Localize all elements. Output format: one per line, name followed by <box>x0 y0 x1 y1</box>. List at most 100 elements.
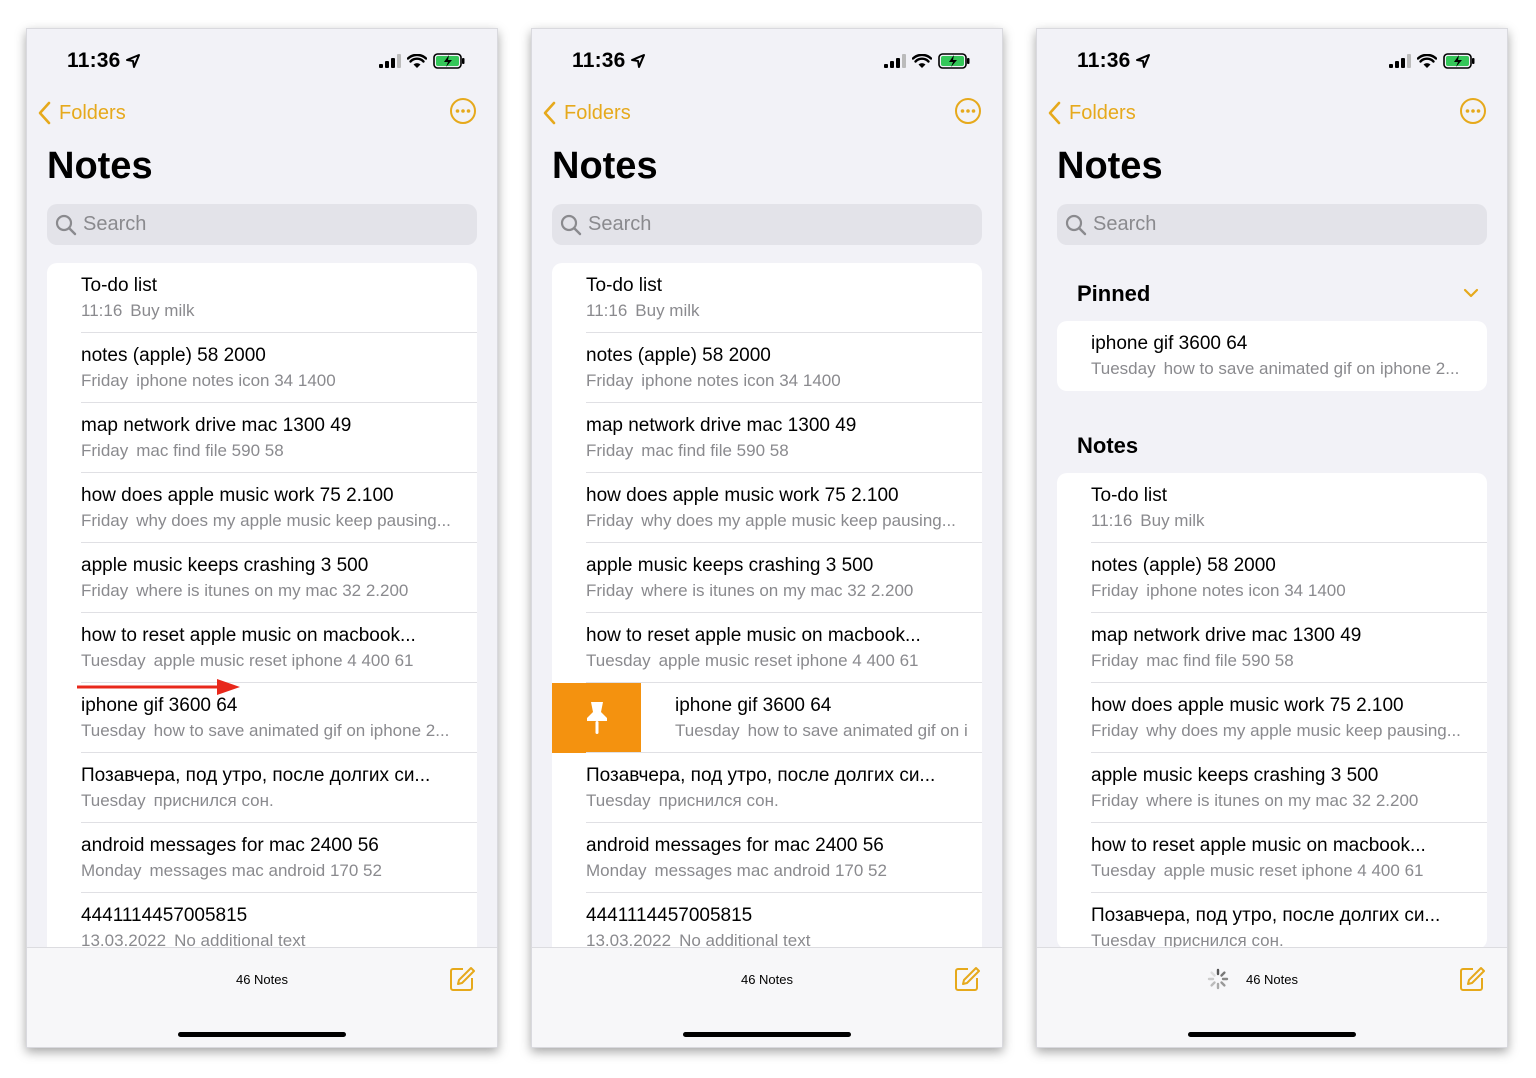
status-bar: 11:36 <box>572 49 970 75</box>
note-snippet: why does my apple music keep pausing... <box>641 511 956 530</box>
note-row[interactable]: how does apple music work 75 2.100 Friday… <box>552 473 982 543</box>
note-snippet: apple music reset iphone 4 400 61 <box>153 651 414 670</box>
note-row[interactable]: apple music keeps crashing 3 500 Friday wh… <box>47 543 477 613</box>
note-row[interactable]: Позавчера, под утро, после долгих си... T… <box>1057 893 1487 949</box>
note-title: how does apple music work 75 2.100 <box>586 485 899 506</box>
note-snippet: messages mac android 170 52 <box>654 861 887 880</box>
notes-count: 46 Notes <box>740 972 794 987</box>
home-indicator[interactable] <box>683 1032 851 1037</box>
status-time: 11:36 <box>67 49 121 72</box>
note-title: how to reset apple music on macbook... <box>1091 835 1426 856</box>
phone-screen-3: 11:36 Folders Notes Search Pinned iphone… <box>1036 28 1508 1048</box>
note-row[interactable]: how to reset apple music on macbook... Tu… <box>47 613 477 683</box>
note-snippet: iphone notes icon 34 1400 <box>641 371 841 390</box>
note-row[interactable]: map network drive mac 1300 49 Friday mac f… <box>1057 613 1487 683</box>
back-button[interactable]: Folders <box>1047 101 1136 125</box>
note-snippet: why does my apple music keep pausing... <box>136 511 451 530</box>
home-indicator[interactable] <box>1188 1032 1356 1037</box>
note-subtitle: Friday why does my apple music keep pausi… <box>1091 721 1461 741</box>
more-icon[interactable] <box>1459 97 1487 125</box>
note-title: how to reset apple music on macbook... <box>586 625 921 646</box>
home-indicator[interactable] <box>178 1032 346 1037</box>
search-input[interactable]: Search <box>1057 204 1487 245</box>
note-date: Friday <box>586 441 634 460</box>
note-date: Tuesday <box>81 651 146 670</box>
note-date: Tuesday <box>81 791 146 810</box>
page-title: Notes <box>1057 145 1163 187</box>
search-icon <box>1065 214 1087 235</box>
note-row[interactable]: android messages for mac 2400 56 Monday me… <box>47 823 477 893</box>
note-row[interactable]: notes (apple) 58 2000 Friday iphone notes … <box>552 333 982 403</box>
back-label: Folders <box>1069 101 1136 124</box>
note-title: iphone gif 3600 64 <box>81 695 238 716</box>
note-date: 11:16 <box>81 301 123 320</box>
note-date: Friday <box>1091 791 1139 810</box>
note-date: Friday <box>586 371 634 390</box>
note-row[interactable]: how does apple music work 75 2.100 Friday… <box>1057 683 1487 753</box>
note-row[interactable]: To-do list 11:16 Buy milk <box>552 263 982 333</box>
notes-list: To-do list 11:16 Buy milk notes (apple) 58… <box>1057 473 1487 949</box>
note-row[interactable]: map network drive mac 1300 49 Friday mac f… <box>552 403 982 473</box>
notes-list: To-do list 11:16 Buy milk notes (apple) 58… <box>47 263 477 963</box>
note-row[interactable]: To-do list 11:16 Buy milk <box>1057 473 1487 543</box>
chevron-down-icon[interactable] <box>1463 287 1479 299</box>
battery-charging-icon <box>433 53 465 69</box>
search-input[interactable]: Search <box>47 204 477 245</box>
note-subtitle: 11:16 Buy milk <box>1091 511 1205 531</box>
status-time: 11:36 <box>572 49 626 72</box>
compose-icon[interactable] <box>954 966 980 992</box>
pin-action-button[interactable] <box>552 683 641 753</box>
note-subtitle: Friday why does my apple music keep pausi… <box>586 511 956 531</box>
note-row-pinned[interactable]: iphone gif 3600 64 Tuesday how to save ani… <box>1057 321 1487 391</box>
note-title: notes (apple) 58 2000 <box>81 345 266 366</box>
note-title: iphone gif 3600 64 <box>675 695 832 716</box>
wifi-icon <box>912 53 932 68</box>
note-row[interactable]: Позавчера, под утро, после долгих си... T… <box>47 753 477 823</box>
note-row[interactable]: apple music keeps crashing 3 500 Friday wh… <box>1057 753 1487 823</box>
compose-icon[interactable] <box>449 966 475 992</box>
search-icon <box>560 214 582 235</box>
note-row[interactable]: how to reset apple music on macbook... Tu… <box>1057 823 1487 893</box>
status-bar: 11:36 <box>1077 49 1475 75</box>
note-snippet: mac find file 590 58 <box>136 441 284 460</box>
note-date: Tuesday <box>586 791 651 810</box>
note-snippet: iphone notes icon 34 1400 <box>136 371 336 390</box>
note-snippet: where is itunes on my mac 32 2.200 <box>136 581 409 600</box>
pinned-section-header[interactable]: Pinned <box>1077 281 1150 307</box>
note-subtitle: Tuesday how to save animated gif on iphon… <box>1091 359 1459 379</box>
note-title: Позавчера, под утро, после долгих си... <box>1091 905 1441 926</box>
note-row-swiped[interactable]: iphone gif 3600 64 Tuesday how to save an… <box>552 683 982 753</box>
note-date: Friday <box>81 511 129 530</box>
compose-icon[interactable] <box>1459 966 1485 992</box>
note-snippet: how to save animated gif on i <box>747 721 968 740</box>
note-title: apple music keeps crashing 3 500 <box>81 555 369 576</box>
note-row[interactable]: notes (apple) 58 2000 Friday iphone notes … <box>1057 543 1487 613</box>
note-subtitle: Friday mac find file 590 58 <box>1091 651 1294 671</box>
back-button[interactable]: Folders <box>37 101 126 125</box>
note-title: To-do list <box>81 275 158 296</box>
note-row[interactable]: To-do list 11:16 Buy milk <box>47 263 477 333</box>
note-subtitle: 11:16 Buy milk <box>586 301 700 321</box>
note-row[interactable]: apple music keeps crashing 3 500 Friday wh… <box>552 543 982 613</box>
note-subtitle: Tuesday apple music reset iphone 4 400 61 <box>586 651 918 671</box>
wifi-icon <box>1417 53 1437 68</box>
more-icon[interactable] <box>954 97 982 125</box>
nav-bar: Folders <box>37 97 477 131</box>
note-row[interactable]: map network drive mac 1300 49 Friday mac f… <box>47 403 477 473</box>
note-row[interactable]: android messages for mac 2400 56 Monday me… <box>552 823 982 893</box>
note-title: android messages for mac 2400 56 <box>586 835 884 856</box>
note-snippet: how to save animated gif on iphone 2... <box>1163 359 1460 378</box>
note-row[interactable]: Позавчера, под утро, после долгих си... T… <box>552 753 982 823</box>
note-snippet: приснился сон. <box>153 791 274 810</box>
search-placeholder: Search <box>588 213 652 235</box>
back-button[interactable]: Folders <box>542 101 631 125</box>
status-bar: 11:36 <box>67 49 465 75</box>
note-subtitle: Friday where is itunes on my mac 32 2.200 <box>81 581 408 601</box>
note-row[interactable]: how to reset apple music on macbook... Tu… <box>552 613 982 683</box>
more-icon[interactable] <box>449 97 477 125</box>
note-row[interactable]: how does apple music work 75 2.100 Friday… <box>47 473 477 543</box>
swipe-right-arrow-icon <box>77 679 240 695</box>
note-title: iphone gif 3600 64 <box>1091 333 1248 354</box>
note-row[interactable]: notes (apple) 58 2000 Friday iphone notes … <box>47 333 477 403</box>
search-input[interactable]: Search <box>552 204 982 245</box>
